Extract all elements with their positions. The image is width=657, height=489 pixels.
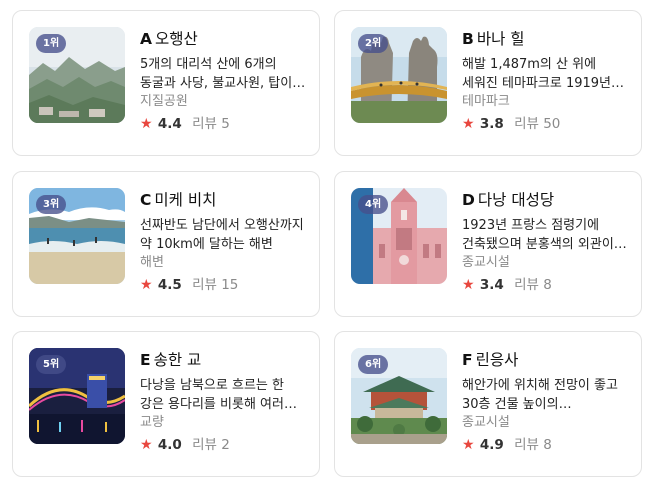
place-name: 미케 비치	[154, 191, 217, 209]
review-label: 리뷰	[514, 277, 539, 293]
rating-score: 4.0	[157, 437, 182, 453]
place-category: 교량	[140, 415, 164, 430]
place-thumbnail[interactable]: 2위	[351, 27, 447, 123]
review-count: 2	[221, 437, 230, 453]
place-title[interactable]: C 미케 비치	[140, 190, 310, 210]
place-thumbnail[interactable]: 4위	[351, 188, 447, 284]
rating-row: ★ 4.0 리뷰 2	[140, 436, 310, 454]
rank-badge: 6위	[358, 355, 389, 374]
place-description: 다낭을 남북으로 흐르는 한 강은 용다리를 비롯해 여러 다리가 놓여 있다	[140, 378, 284, 412]
place-thumbnail[interactable]: 3위	[29, 188, 125, 284]
place-name: 린응사	[475, 351, 519, 369]
rating-row: ★ 4.4 리뷰 5	[140, 115, 310, 133]
star-icon: ★	[140, 437, 153, 453]
rating-row: ★ 3.4 리뷰 8	[462, 276, 632, 294]
place-title[interactable]: E 송한 교	[140, 350, 310, 370]
rating-score: 3.8	[479, 116, 504, 132]
place-thumbnail[interactable]: 1위	[29, 27, 125, 123]
place-card-f[interactable]: 6위 F린응사 해안가에 위치해 전망이 좋고 30층 건물 높이의 해수관음상…	[334, 331, 642, 477]
rank-badge: 1위	[36, 34, 67, 53]
rank-badge: 3위	[36, 195, 67, 214]
place-description: 해발 1,487m의 산 위에 세워진 테마파크로 1919년 프랑스인들이 만…	[462, 57, 611, 91]
place-category: 테마파크	[462, 94, 510, 109]
rating-score: 4.4	[157, 116, 182, 132]
place-title[interactable]: D 다낭 대성당	[462, 190, 632, 210]
review-label: 리뷰	[514, 116, 539, 132]
place-name: 바나 힐	[476, 30, 525, 48]
place-letter: A	[140, 30, 152, 48]
place-letter: D	[462, 191, 475, 209]
rating-score: 4.9	[479, 437, 504, 453]
place-category: 해변	[140, 255, 164, 270]
rank-badge: 4위	[358, 195, 389, 214]
place-title[interactable]: F 린응사	[462, 350, 632, 370]
place-name: 오행산	[155, 30, 198, 48]
place-description: 1923년 프랑스 점령기에 건축됐으며 분홍색의 외관이 특징인 성당	[462, 218, 614, 252]
place-thumbnail[interactable]: 5위	[29, 348, 125, 444]
star-icon: ★	[462, 437, 475, 453]
rating-score: 4.5	[157, 277, 182, 293]
review-label: 리뷰	[192, 116, 217, 132]
rating-score: 3.4	[479, 277, 504, 293]
place-card-a[interactable]: 1위 A 오행산 5개의 대리석 산에 6개의 동굴과 사당, 불교사원, 탑이 …	[12, 10, 320, 156]
star-icon: ★	[140, 277, 153, 293]
review-count: 8	[543, 437, 552, 453]
review-count: 5	[221, 116, 230, 132]
review-label: 리뷰	[192, 437, 217, 453]
rank-badge: 5위	[36, 355, 67, 374]
place-letter: E	[140, 351, 151, 369]
place-category: 종교시설	[462, 415, 510, 430]
place-category: 종교시설	[462, 255, 510, 270]
place-card-c[interactable]: 3위 C 미케 비치 선짜반도 남단에서 오행산까지 약 10km에 달하는 해변…	[12, 171, 320, 317]
place-name: 다낭 대성당	[477, 191, 555, 209]
place-title[interactable]: A 오행산	[140, 29, 310, 49]
place-card-d[interactable]: 4위 D 다낭 대성당 1923년 프랑스 점령기에 건축됐으며 분홍색의 외관이…	[334, 171, 642, 317]
place-letter: F	[462, 351, 473, 369]
star-icon: ★	[140, 116, 153, 132]
rating-row: ★ 3.8 리뷰 50	[462, 115, 632, 133]
rating-row: ★ 4.5 리뷰 15	[140, 276, 310, 294]
place-card-b[interactable]: 2위 B 바나 힐 해발 1,487m의 산 위에 세워진 테마파크로 1919년…	[334, 10, 642, 156]
review-label: 리뷰	[514, 437, 539, 453]
place-description: 5개의 대리석 산에 6개의 동굴과 사당, 불교사원, 탑이 있는 곳	[140, 57, 293, 91]
review-count: 15	[221, 277, 239, 293]
place-description: 선짜반도 남단에서 오행산까지 약 10km에 달하는 해변	[140, 218, 304, 252]
place-title[interactable]: B 바나 힐	[462, 29, 632, 49]
review-label: 리뷰	[192, 277, 217, 293]
rating-row: ★ 4.9 리뷰 8	[462, 436, 632, 454]
review-count: 50	[543, 116, 561, 132]
place-name: 송한 교	[153, 351, 202, 369]
place-category: 지질공원	[140, 94, 188, 109]
place-letter: B	[462, 30, 474, 48]
rank-badge: 2위	[358, 34, 389, 53]
place-thumbnail[interactable]: 6위	[351, 348, 447, 444]
star-icon: ★	[462, 277, 475, 293]
review-count: 8	[543, 277, 552, 293]
place-card-e[interactable]: 5위 E송한 교 다낭을 남북으로 흐르는 한 강은 용다리를 비롯해 여러 다…	[12, 331, 320, 477]
star-icon: ★	[462, 116, 475, 132]
place-letter: C	[140, 191, 152, 209]
place-description: 해안가에 위치해 전망이 좋고 30층 건물 높이의 해수관음상이 있는 사원	[462, 378, 618, 412]
